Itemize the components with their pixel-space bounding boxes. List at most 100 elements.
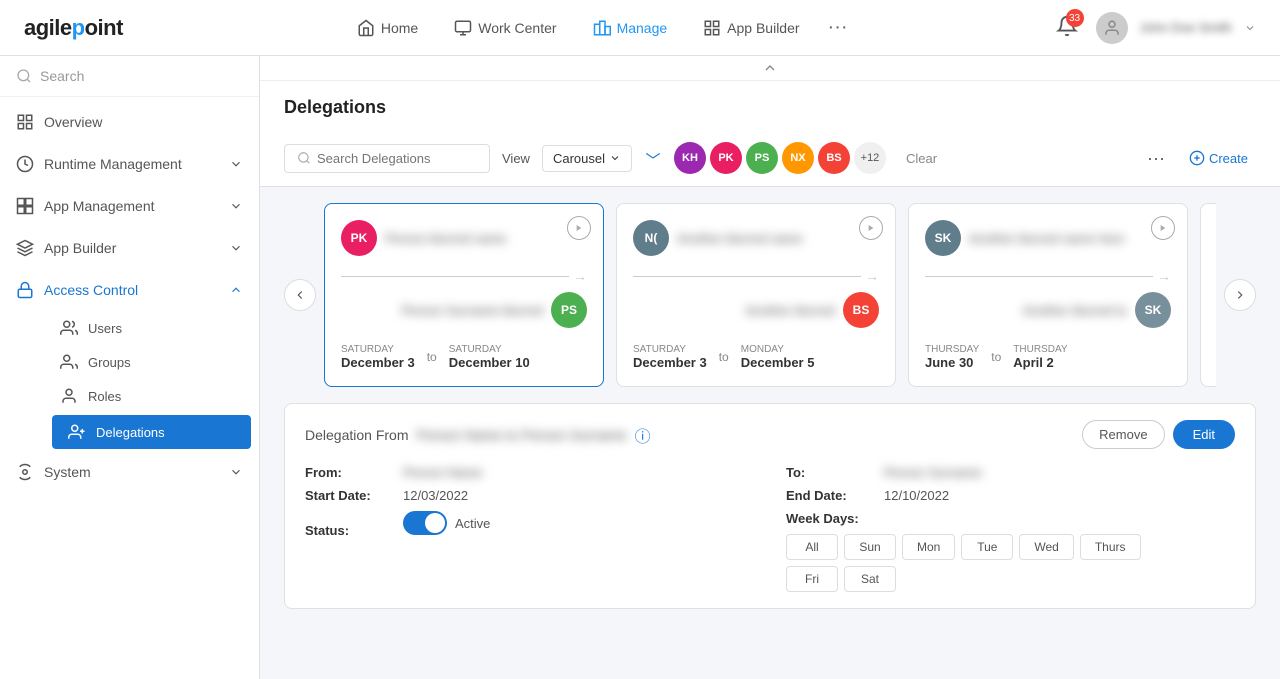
from-value: Person Name — [403, 465, 482, 480]
groups-icon — [60, 353, 78, 371]
card-avatar-from-3: SK — [925, 220, 961, 256]
date-from-date-2: December 3 — [633, 355, 707, 370]
prev-icon — [293, 288, 307, 302]
sidebar-item-accesscontrol[interactable]: Access Control — [0, 269, 259, 311]
sidebar-item-appbuilder[interactable]: App Builder — [0, 227, 259, 269]
day-mon[interactable]: Mon — [902, 534, 955, 560]
sidebar-item-label-groups: Groups — [88, 355, 131, 370]
card-name-to-3: Another blurred to — [1023, 303, 1127, 318]
nav-appbuilder[interactable]: App Builder — [687, 13, 815, 43]
play-icon-2 — [867, 223, 875, 233]
info-icon[interactable]: ⓘ — [635, 423, 651, 447]
avatar-more[interactable]: +12 — [854, 142, 886, 174]
avatar-PS[interactable]: PS — [746, 142, 778, 174]
carousel-card-3[interactable]: SK Another blurred name here → Another b… — [908, 203, 1188, 387]
user-avatar[interactable] — [1096, 12, 1128, 44]
sidebar-item-overview[interactable]: Overview — [0, 101, 259, 143]
startdate-value: 12/03/2022 — [403, 488, 468, 503]
sidebar-item-delegations[interactable]: Delegations — [52, 415, 251, 449]
nav-workcenter[interactable]: Work Center — [438, 13, 572, 43]
card-to-2: Another blurred BS — [633, 292, 879, 328]
avatar-KH[interactable]: KH — [674, 142, 706, 174]
main-content: Delegations View Carousel KH PK PS — [260, 56, 1280, 679]
card-dates-2: SATURDAY December 3 to MONDAY December 5 — [633, 344, 879, 370]
sidebar-item-groups[interactable]: Groups — [44, 345, 259, 379]
card-avatar-to-3: SK — [1135, 292, 1171, 328]
card-name-from-2: Another blurred name — [677, 231, 803, 246]
detail-grid: From: Person Name Start Date: 12/03/2022… — [305, 465, 1235, 592]
system-chevron — [229, 465, 243, 479]
sidebar-item-appmanagement[interactable]: App Management — [0, 185, 259, 227]
card-dates-3: THURSDAY June 30 to THURSDAY April 2 — [925, 344, 1171, 370]
day-fri[interactable]: Fri — [786, 566, 838, 592]
avatar-BS[interactable]: BS — [818, 142, 850, 174]
card-play-3[interactable] — [1151, 216, 1175, 240]
accesscontrol-icon — [16, 281, 34, 299]
view-label: View — [502, 151, 530, 166]
notifications-bell[interactable]: 33 — [1050, 9, 1084, 46]
avatar-group: KH PK PS NX BS +12 — [674, 142, 886, 174]
sidebar-item-runtime[interactable]: Runtime Management — [0, 143, 259, 185]
delegation-detail: Delegation From Person Name to Person Su… — [284, 403, 1256, 609]
carousel-card-1[interactable]: PK Person blurred name → Person Surname … — [324, 203, 604, 387]
day-wed[interactable]: Wed — [1019, 534, 1073, 560]
sidebar-item-label-system: System — [44, 464, 91, 480]
detail-to-row: To: Person Surname — [786, 465, 1235, 480]
card-play-2[interactable] — [859, 216, 883, 240]
sidebar-item-system[interactable]: System — [0, 451, 259, 493]
collapse-handle[interactable] — [260, 56, 1280, 81]
card-to-1: Person Surname blurred PS — [341, 292, 587, 328]
avatar-PK[interactable]: PK — [710, 142, 742, 174]
day-all[interactable]: All — [786, 534, 838, 560]
carousel-next[interactable] — [1224, 279, 1256, 311]
create-icon — [1189, 150, 1205, 166]
clear-button[interactable]: Clear — [898, 147, 945, 170]
runtime-icon — [16, 155, 34, 173]
create-button[interactable]: Create — [1181, 146, 1256, 170]
filter-icon — [644, 149, 662, 167]
date-from-date-1: December 3 — [341, 355, 415, 370]
day-thurs[interactable]: Thurs — [1080, 534, 1141, 560]
nav-more[interactable]: ··· — [820, 12, 856, 43]
card-avatar-from-1: PK — [341, 220, 377, 256]
status-label: Status: — [305, 523, 395, 538]
avatar-NX[interactable]: NX — [782, 142, 814, 174]
toolbar-more-options[interactable]: ··· — [1143, 144, 1169, 173]
sidebar-item-roles[interactable]: Roles — [44, 379, 259, 413]
to-value: Person Surname — [884, 465, 982, 480]
day-sun[interactable]: Sun — [844, 534, 896, 560]
search-delegations-input[interactable] — [317, 151, 477, 166]
edit-button[interactable]: Edit — [1173, 420, 1235, 449]
carousel-prev[interactable] — [284, 279, 316, 311]
startdate-label: Start Date: — [305, 488, 395, 503]
remove-button[interactable]: Remove — [1082, 420, 1164, 449]
sidebar-subitems: Users Groups Roles — [0, 311, 259, 449]
detail-header: Delegation From Person Name to Person Su… — [305, 420, 1235, 449]
status-toggle[interactable] — [403, 511, 447, 535]
view-select[interactable]: Carousel — [542, 145, 632, 172]
carousel-card-4[interactable]: SS MON Apri — [1200, 203, 1216, 387]
nav-manage[interactable]: Manage — [577, 13, 684, 43]
card-avatar-from-2: N( — [633, 220, 669, 256]
nav-items: Home Work Center Manage App Builder ··· — [155, 12, 1042, 43]
system-icon — [16, 463, 34, 481]
card-play-1[interactable] — [567, 216, 591, 240]
sidebar-item-label-delegations: Delegations — [96, 425, 165, 440]
weekdays-label: Week Days: — [786, 511, 1235, 526]
appmanagement-icon — [16, 197, 34, 215]
detail-startdate-row: Start Date: 12/03/2022 — [305, 488, 754, 503]
detail-status-row: Status: Active — [305, 511, 754, 538]
from-label: From: — [305, 465, 395, 480]
user-chevron — [1244, 22, 1256, 34]
card-name-from-1: Person blurred name — [385, 231, 506, 246]
sidebar-item-users[interactable]: Users — [44, 311, 259, 345]
status-value: Active — [455, 516, 490, 531]
day-sat[interactable]: Sat — [844, 566, 896, 592]
card-from-2: N( Another blurred name — [633, 220, 879, 256]
search-delegations[interactable] — [284, 144, 490, 173]
day-tue[interactable]: Tue — [961, 534, 1013, 560]
sidebar-search[interactable]: Search — [0, 56, 259, 97]
appbuilder-chevron — [229, 241, 243, 255]
carousel-card-2[interactable]: N( Another blurred name → Another blurre… — [616, 203, 896, 387]
nav-home[interactable]: Home — [341, 13, 434, 43]
